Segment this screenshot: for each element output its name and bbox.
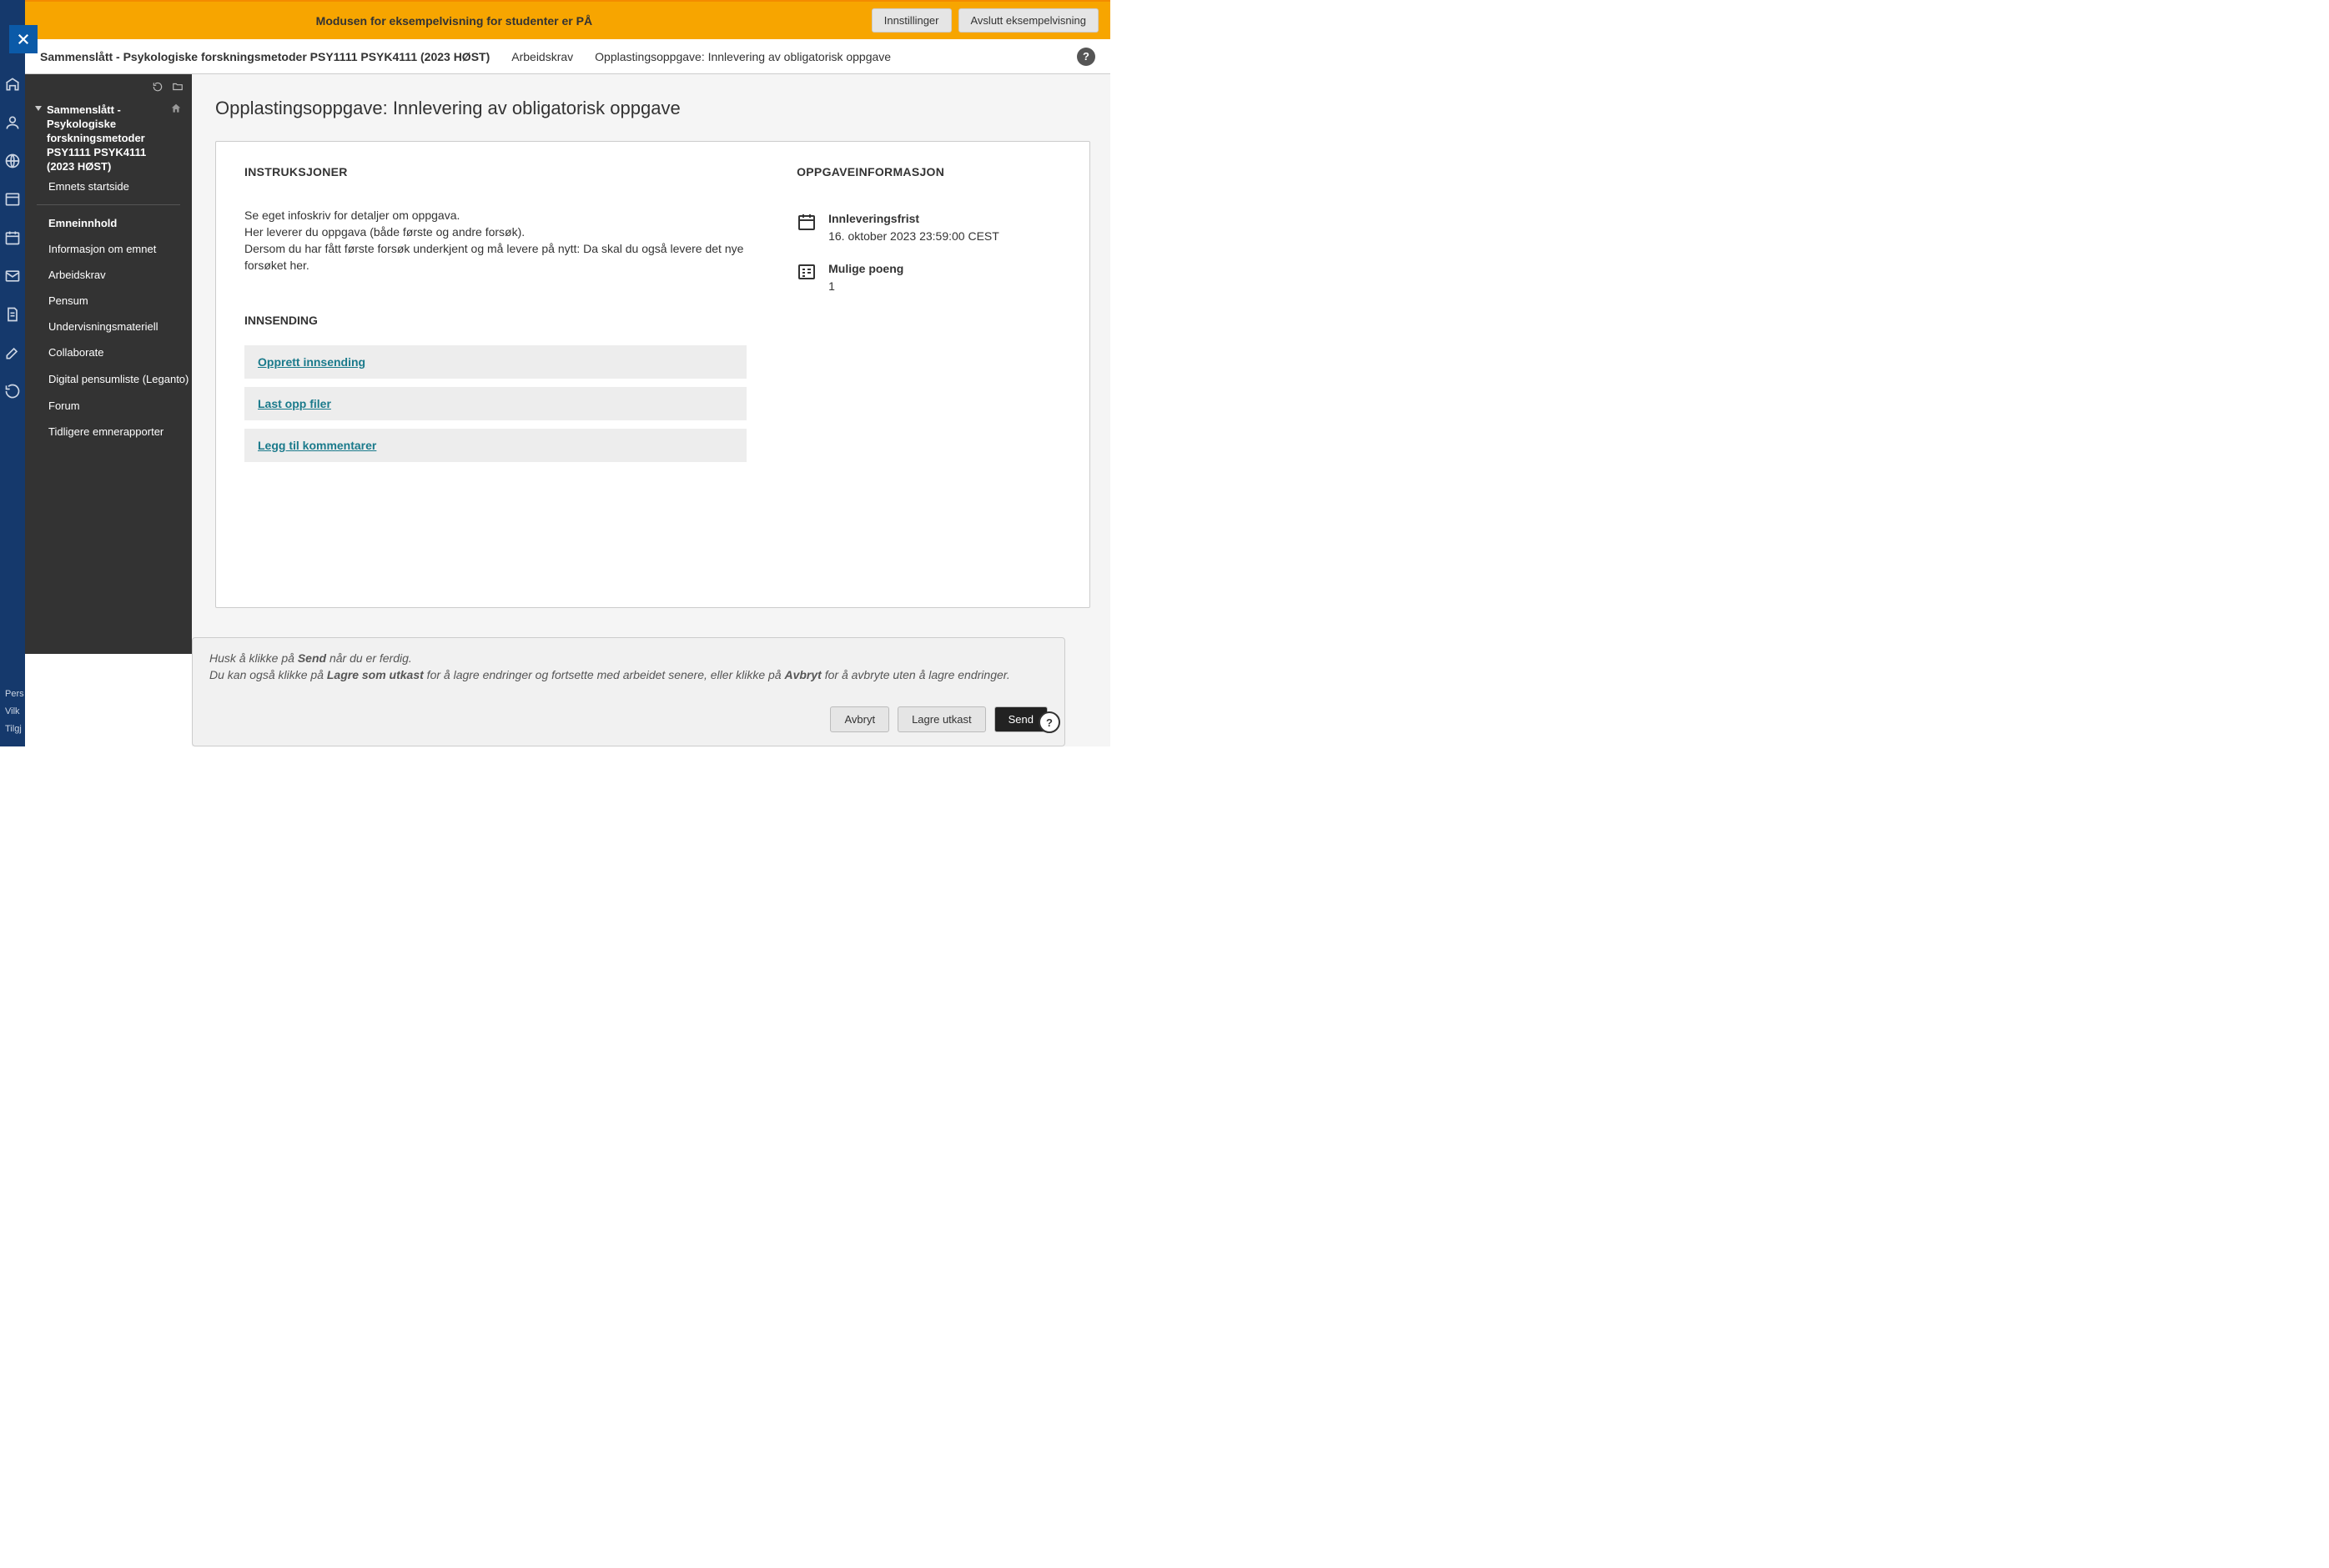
cancel-button[interactable]: Avbryt [830, 706, 889, 732]
mail-icon[interactable] [3, 267, 22, 285]
create-submission-link[interactable]: Opprett innsending [258, 355, 365, 369]
banner-text: Modusen for eksempelvisning for studente… [37, 14, 872, 28]
add-comments-link[interactable]: Legg til kommentarer [258, 439, 376, 452]
sidebar-item-pensum[interactable]: Pensum [25, 288, 192, 314]
document-icon[interactable] [3, 305, 22, 324]
save-draft-button[interactable]: Lagre utkast [898, 706, 986, 732]
instructions-line: Se eget infoskriv for detaljer om oppgav… [244, 207, 747, 224]
sidebar-item-informasjon[interactable]: Informasjon om emnet [25, 236, 192, 262]
content-icon[interactable] [3, 190, 22, 209]
instructions-heading: INSTRUKSJONER [244, 165, 747, 178]
sidebar-item-forum[interactable]: Forum [25, 393, 192, 419]
due-date-value: 16. oktober 2023 23:59:00 CEST [828, 229, 999, 244]
sidebar-home[interactable]: Emnets startside [25, 173, 192, 199]
create-submission-bar: Opprett innsending [244, 345, 747, 379]
upload-files-bar: Last opp filer [244, 387, 747, 420]
chevron-down-icon[interactable] [35, 106, 42, 111]
instructions-line: Her leverer du oppgava (både første og a… [244, 224, 747, 240]
points-label: Mulige poeng [828, 262, 903, 275]
exit-preview-button[interactable]: Avslutt eksempelvisning [958, 8, 1099, 33]
globe-icon[interactable] [3, 152, 22, 170]
home-icon[interactable] [170, 103, 182, 114]
instructions-line: Dersom du har fått første forsøk underkj… [244, 240, 747, 274]
calendar-icon[interactable] [3, 229, 22, 247]
sidebar-item-undervisning[interactable]: Undervisningsmateriell [25, 314, 192, 339]
student-preview-banner: Modusen for eksempelvisning for studente… [25, 0, 1110, 39]
course-sidebar: Sammenslått - Psykologiske forskningsmet… [25, 74, 192, 654]
folder-icon[interactable] [172, 81, 184, 93]
profile-icon[interactable] [3, 113, 22, 132]
points-icon [797, 262, 817, 282]
sidebar-item-rapporter[interactable]: Tidligere emnerapporter [25, 419, 192, 445]
assignment-card: INSTRUKSJONER Se eget infoskriv for deta… [215, 141, 1090, 608]
breadcrumb-course[interactable]: Sammenslått - Psykologiske forskningsmet… [40, 50, 490, 63]
refresh-sidebar-icon[interactable] [152, 81, 163, 93]
add-comments-bar: Legg til kommentarer [244, 429, 747, 462]
upload-files-link[interactable]: Last opp filer [258, 397, 331, 410]
breadcrumb: Sammenslått - Psykologiske forskningsmet… [25, 39, 1110, 74]
breadcrumb-section[interactable]: Arbeidskrav [511, 50, 573, 63]
footer-hint: Husk å klikke på Send når du er ferdig. … [209, 650, 1048, 683]
instructions-text: Se eget infoskriv for detaljer om oppgav… [244, 207, 747, 274]
close-button[interactable] [9, 25, 38, 53]
points-row: Mulige poeng 1 [797, 262, 1061, 294]
help-float-icon[interactable]: ? [1039, 711, 1060, 733]
rail-footer-link[interactable]: Pers [5, 686, 24, 703]
due-date-row: Innleveringsfrist 16. oktober 2023 23:59… [797, 212, 1061, 244]
sidebar-item-leganto[interactable]: Digital pensumliste (Leganto) [25, 365, 192, 393]
divider [37, 204, 180, 205]
submission-footer: Husk å klikke på Send når du er ferdig. … [192, 637, 1065, 746]
assignment-info-heading: OPPGAVEINFORMASJON [797, 165, 1061, 178]
calendar-icon [797, 212, 817, 232]
submission-heading: INNSENDING [244, 314, 747, 327]
breadcrumb-page[interactable]: Opplastingsoppgave: Innlevering av oblig… [595, 50, 891, 63]
global-nav-rail: Pers Vilk Tilgj [0, 0, 25, 746]
settings-button[interactable]: Innstillinger [872, 8, 952, 33]
help-icon[interactable]: ? [1077, 48, 1095, 66]
rail-footer-link[interactable]: Vilk [5, 703, 24, 721]
sidebar-item-emneinnhold[interactable]: Emneinnhold [25, 210, 192, 236]
sidebar-item-arbeidskrav[interactable]: Arbeidskrav [25, 262, 192, 288]
points-value: 1 [828, 279, 903, 294]
rail-footer-link[interactable]: Tilgj [5, 721, 24, 738]
rail-footer-links: Pers Vilk Tilgj [5, 686, 24, 738]
course-title[interactable]: Sammenslått - Psykologiske forskningsmet… [47, 103, 165, 173]
due-date-label: Innleveringsfrist [828, 212, 999, 225]
sidebar-item-collaborate[interactable]: Collaborate [25, 339, 192, 365]
refresh-icon[interactable] [3, 382, 22, 400]
institution-icon[interactable] [3, 75, 22, 93]
page-title: Opplastingsoppgave: Innlevering av oblig… [215, 98, 1090, 119]
edit-icon[interactable] [3, 344, 22, 362]
